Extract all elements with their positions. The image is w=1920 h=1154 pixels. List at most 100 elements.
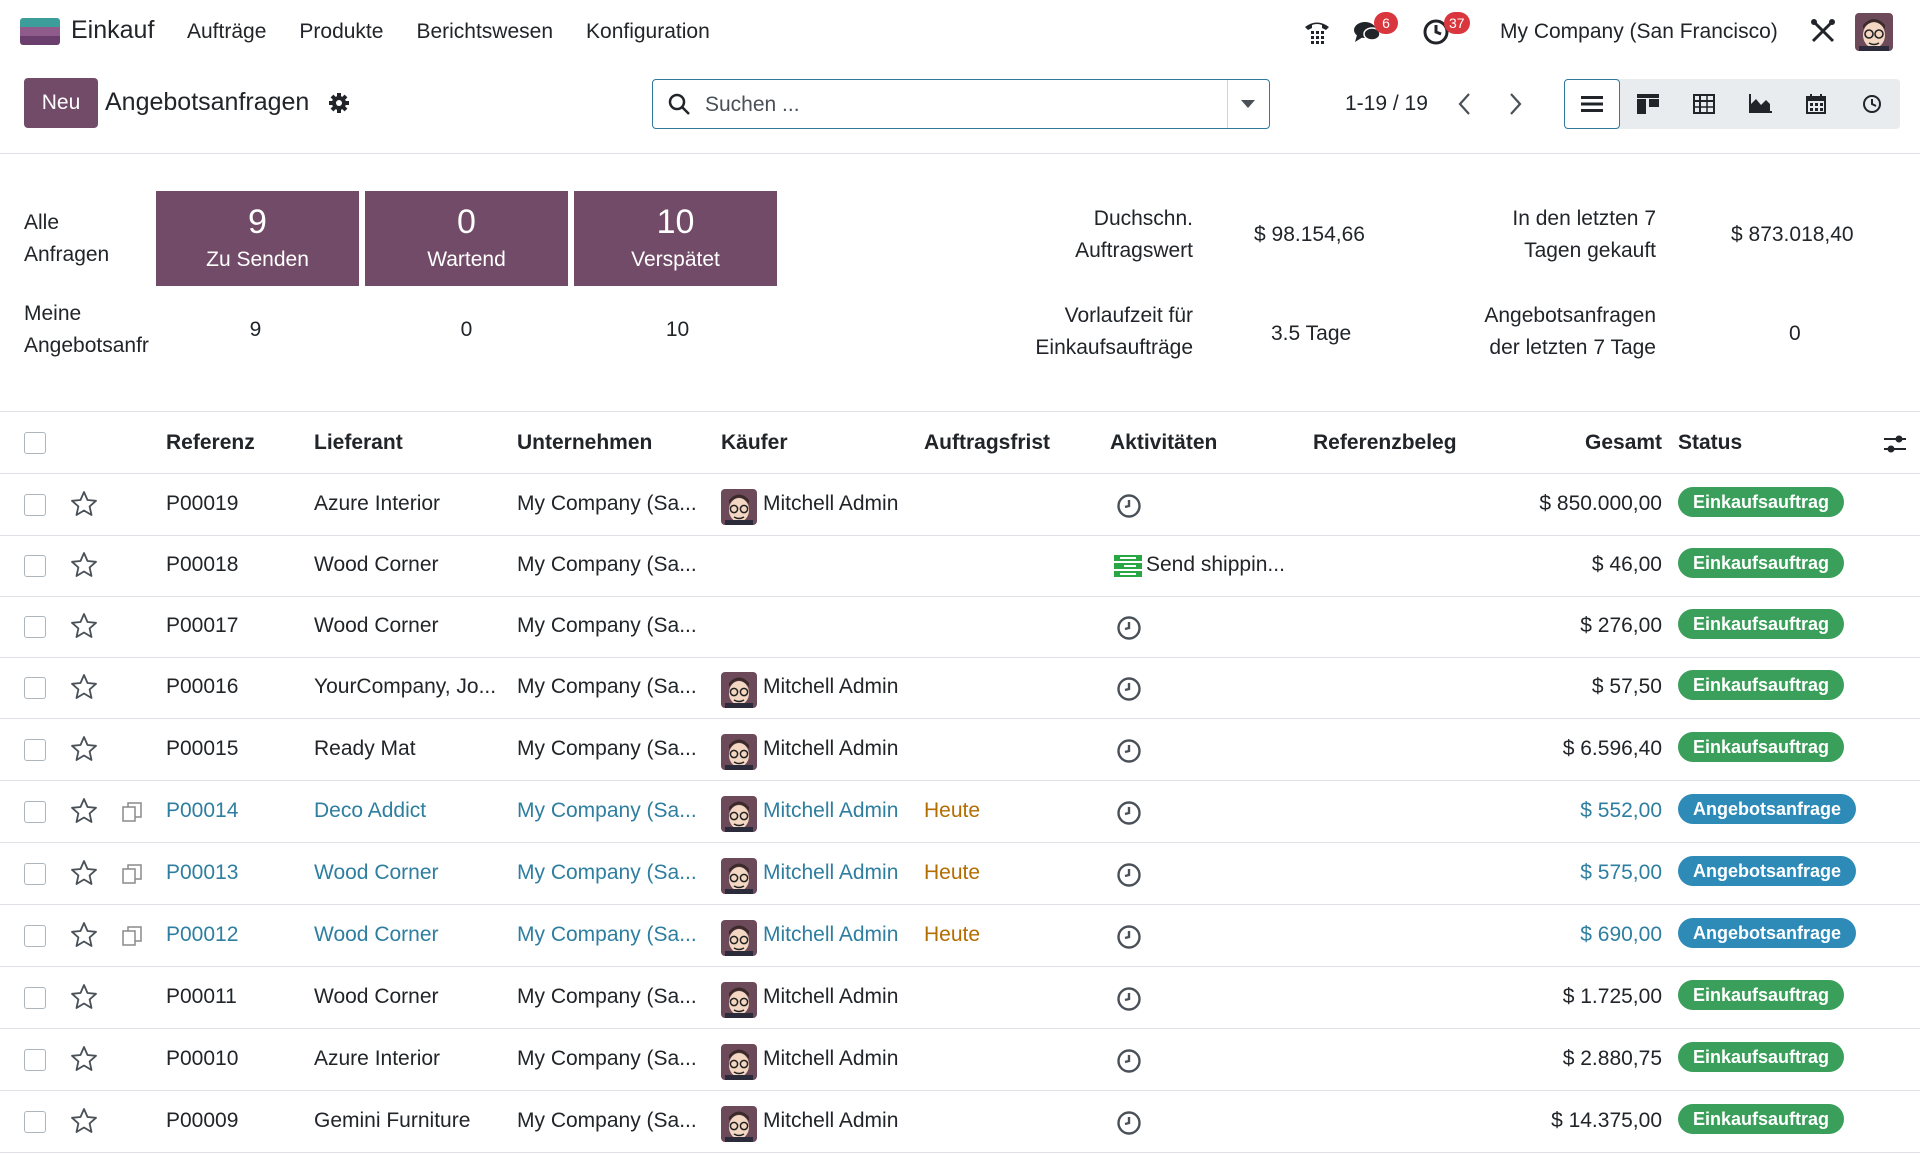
cell-reference[interactable]: P00009 — [166, 1109, 238, 1133]
row-checkbox[interactable] — [24, 739, 46, 761]
duplicate-icon[interactable] — [120, 924, 144, 948]
row-checkbox[interactable] — [24, 801, 46, 823]
header-total[interactable]: Gesamt — [1585, 431, 1662, 455]
favorite-star-icon[interactable] — [70, 983, 98, 1011]
schedule-activity-clock-icon[interactable] — [1116, 738, 1142, 764]
cell-deadline[interactable]: Heute — [924, 923, 980, 947]
table-row[interactable]: P00009 Gemini Furniture My Company (Sa... M… — [0, 1091, 1920, 1153]
cell-buyer[interactable]: Mitchell Admin — [763, 1109, 898, 1133]
cell-vendor[interactable]: Wood Corner — [314, 553, 439, 577]
my-waiting-value[interactable]: 0 — [365, 318, 568, 342]
optional-columns-icon[interactable] — [1882, 432, 1908, 456]
cell-buyer[interactable]: Mitchell Admin — [763, 675, 898, 699]
schedule-activity-clock-icon[interactable] — [1116, 1110, 1142, 1136]
cell-vendor[interactable]: YourCompany, Jo... — [314, 675, 496, 699]
cell-buyer[interactable]: Mitchell Admin — [763, 923, 898, 947]
cell-reference[interactable]: P00017 — [166, 614, 238, 638]
cell-buyer[interactable]: Mitchell Admin — [763, 492, 898, 516]
favorite-star-icon[interactable] — [70, 490, 98, 518]
header-reference[interactable]: Referenz — [166, 431, 255, 455]
table-row[interactable]: P00018 Wood Corner My Company (Sa... Send s… — [0, 535, 1920, 597]
app-name[interactable]: Einkauf — [71, 16, 154, 45]
table-row[interactable]: P00019 Azure Interior My Company (Sa... Mit… — [0, 474, 1920, 536]
menu-item-orders[interactable]: Aufträge — [187, 20, 266, 44]
cell-reference[interactable]: P00013 — [166, 861, 238, 885]
cell-buyer[interactable]: Mitchell Admin — [763, 1047, 898, 1071]
header-deadline[interactable]: Auftragsfrist — [924, 431, 1050, 455]
pager-next-icon[interactable] — [1503, 90, 1527, 118]
search-options-toggle-icon[interactable] — [1241, 100, 1255, 108]
cell-company[interactable]: My Company (Sa... — [517, 985, 697, 1009]
row-checkbox[interactable] — [24, 677, 46, 699]
cell-reference[interactable]: P00010 — [166, 1047, 238, 1071]
user-avatar[interactable] — [1855, 13, 1893, 51]
cell-company[interactable]: My Company (Sa... — [517, 923, 697, 947]
row-checkbox[interactable] — [24, 616, 46, 638]
cell-vendor[interactable]: Wood Corner — [314, 923, 439, 947]
schedule-activity-clock-icon[interactable] — [1116, 924, 1142, 950]
schedule-activity-clock-icon[interactable] — [1116, 986, 1142, 1012]
favorite-star-icon[interactable] — [70, 859, 98, 887]
favorite-star-icon[interactable] — [70, 735, 98, 763]
cell-company[interactable]: My Company (Sa... — [517, 614, 697, 638]
cell-buyer[interactable]: Mitchell Admin — [763, 985, 898, 1009]
row-checkbox[interactable] — [24, 1111, 46, 1133]
delivery-activity-icon[interactable] — [1114, 555, 1142, 577]
cell-reference[interactable]: P00019 — [166, 492, 238, 516]
graph-view-button[interactable] — [1732, 79, 1788, 129]
table-row[interactable]: P00017 Wood Corner My Company (Sa... $ 276,… — [0, 596, 1920, 658]
activity-view-button[interactable] — [1844, 79, 1900, 129]
cell-vendor[interactable]: Gemini Furniture — [314, 1109, 470, 1133]
cell-vendor[interactable]: Wood Corner — [314, 861, 439, 885]
row-checkbox[interactable] — [24, 494, 46, 516]
cell-vendor[interactable]: Ready Mat — [314, 737, 416, 761]
select-all-checkbox[interactable] — [24, 432, 46, 454]
cell-company[interactable]: My Company (Sa... — [517, 492, 697, 516]
cell-buyer[interactable]: Mitchell Admin — [763, 737, 898, 761]
cell-company[interactable]: My Company (Sa... — [517, 737, 697, 761]
cell-vendor[interactable]: Wood Corner — [314, 985, 439, 1009]
favorite-star-icon[interactable] — [70, 1107, 98, 1135]
calendar-view-button[interactable] — [1788, 79, 1844, 129]
cell-vendor[interactable]: Azure Interior — [314, 492, 440, 516]
company-switcher[interactable]: My Company (San Francisco) — [1500, 20, 1778, 44]
table-row[interactable]: P00010 Azure Interior My Company (Sa... Mit… — [0, 1029, 1920, 1091]
search-input[interactable]: Suchen ... — [705, 93, 800, 117]
cell-company[interactable]: My Company (Sa... — [517, 1047, 697, 1071]
row-checkbox[interactable] — [24, 863, 46, 885]
debug-tools-icon[interactable] — [1808, 16, 1838, 46]
header-vendor[interactable]: Lieferant — [314, 431, 403, 455]
cell-company[interactable]: My Company (Sa... — [517, 1109, 697, 1133]
my-late-value[interactable]: 10 — [576, 318, 779, 342]
my-to-send-value[interactable]: 9 — [154, 318, 357, 342]
cell-company[interactable]: My Company (Sa... — [517, 799, 697, 823]
row-checkbox[interactable] — [24, 925, 46, 947]
schedule-activity-clock-icon[interactable] — [1116, 862, 1142, 888]
gear-icon[interactable] — [328, 92, 350, 114]
menu-item-configuration[interactable]: Konfiguration — [586, 20, 710, 44]
pager-value[interactable]: 1-19 / 19 — [1345, 92, 1428, 116]
cell-vendor[interactable]: Azure Interior — [314, 1047, 440, 1071]
schedule-activity-clock-icon[interactable] — [1116, 615, 1142, 641]
cell-reference[interactable]: P00011 — [166, 985, 237, 1009]
cell-deadline[interactable]: Heute — [924, 799, 980, 823]
header-source-document[interactable]: Referenzbeleg — [1313, 431, 1457, 455]
cell-reference[interactable]: P00018 — [166, 553, 238, 577]
cell-company[interactable]: My Company (Sa... — [517, 675, 697, 699]
row-checkbox[interactable] — [24, 987, 46, 1009]
header-activities[interactable]: Aktivitäten — [1110, 431, 1217, 455]
schedule-activity-clock-icon[interactable] — [1116, 1048, 1142, 1074]
header-status[interactable]: Status — [1678, 431, 1742, 455]
cell-reference[interactable]: P00015 — [166, 737, 238, 761]
app-logo-icon[interactable] — [20, 18, 60, 45]
search-bar[interactable]: Suchen ... — [652, 79, 1270, 129]
cell-reference[interactable]: P00014 — [166, 799, 238, 823]
table-row[interactable]: P00014 Deco Addict My Company (Sa... Mitche… — [0, 781, 1920, 843]
cell-vendor[interactable]: Wood Corner — [314, 614, 439, 638]
header-buyer[interactable]: Käufer — [721, 431, 788, 455]
cell-company[interactable]: My Company (Sa... — [517, 553, 697, 577]
cell-deadline[interactable]: Heute — [924, 861, 980, 885]
new-button[interactable]: Neu — [24, 78, 98, 128]
favorite-star-icon[interactable] — [70, 551, 98, 579]
tile-to-send[interactable]: 9 Zu Senden — [156, 191, 359, 286]
